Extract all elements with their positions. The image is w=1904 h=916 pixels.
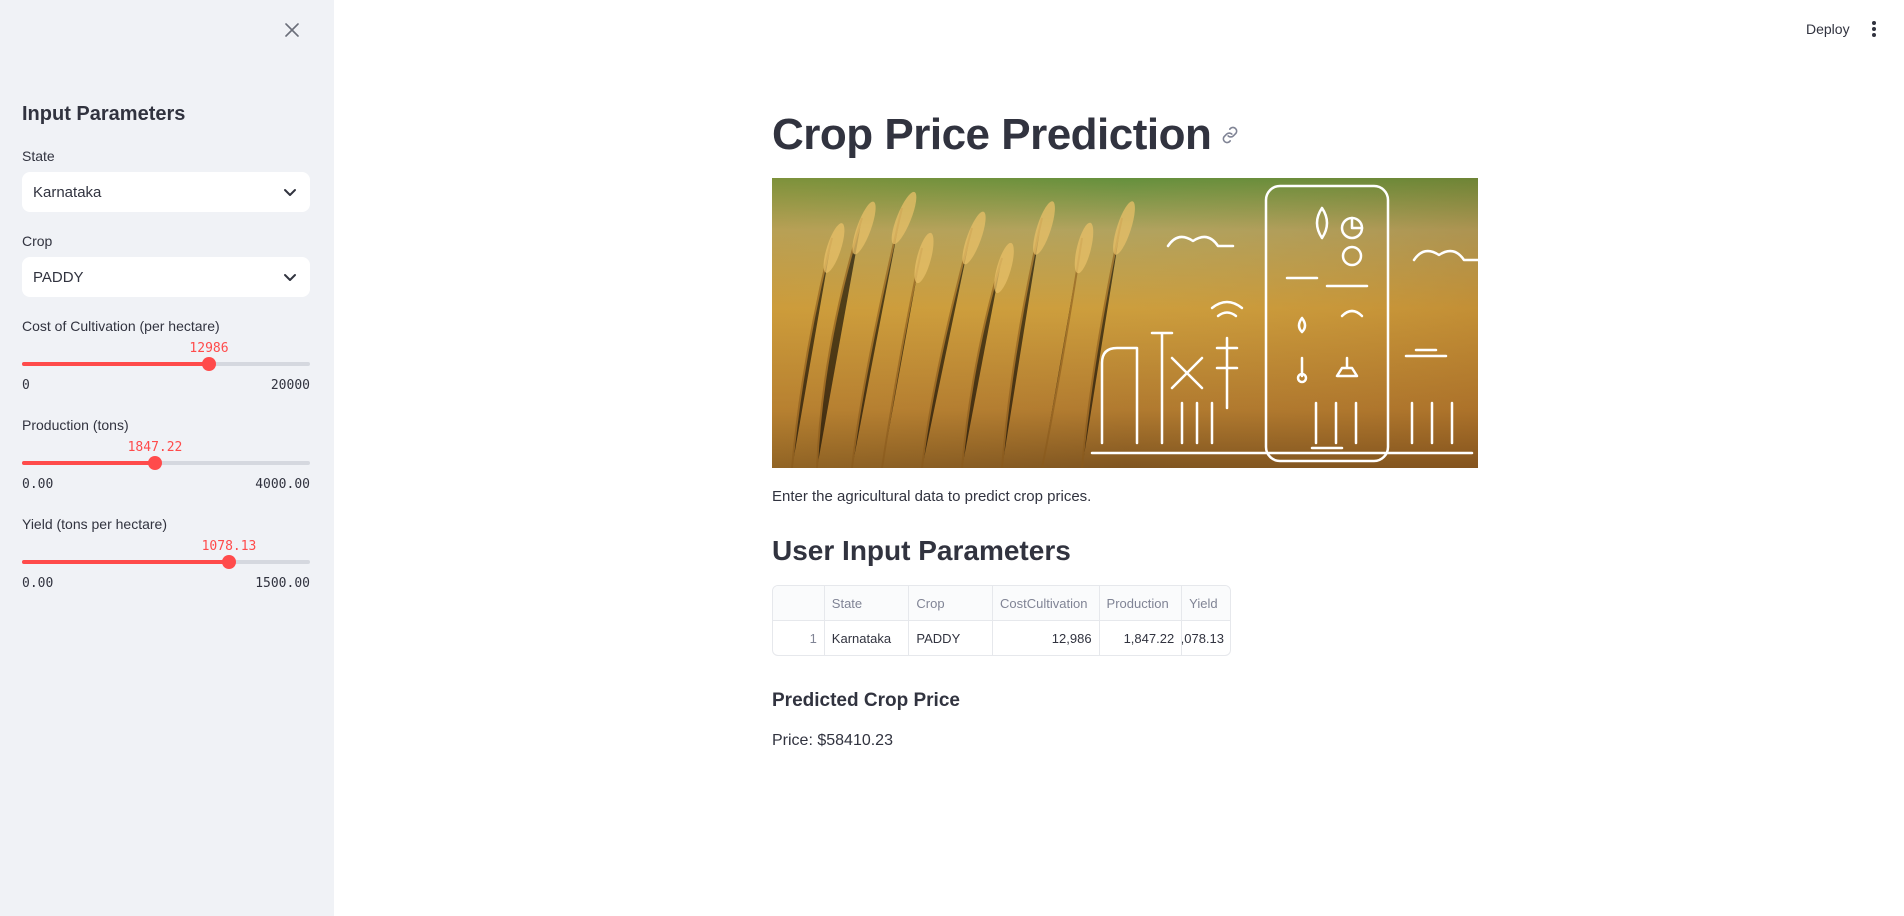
page-title: Crop Price Prediction xyxy=(772,110,1241,160)
table-cell[interactable]: 1,847.22 xyxy=(1100,621,1183,655)
cost-slider[interactable]: 12986 0 20000 xyxy=(22,341,310,401)
slider-thumb[interactable] xyxy=(201,357,216,371)
column-header[interactable]: Crop xyxy=(909,586,994,620)
state-select-value: Karnataka xyxy=(33,183,102,201)
link-icon[interactable] xyxy=(1219,124,1241,146)
intro-text: Enter the agricultural data to predict c… xyxy=(772,488,1092,505)
state-label: State xyxy=(22,148,55,164)
input-parameters-table[interactable]: State Crop CostCultivation Production Yi… xyxy=(772,585,1231,656)
slider-min: 0.00 xyxy=(22,576,54,591)
slider-value: 1847.22 xyxy=(127,440,183,455)
slider-value: 12986 xyxy=(189,341,229,356)
slider-max: 1500.00 xyxy=(255,576,310,591)
yield-slider[interactable]: 1078.13 0.00 1500.00 xyxy=(22,539,310,599)
cost-slider-label: Cost of Cultivation (per hectare) xyxy=(22,318,220,334)
hero-image xyxy=(772,178,1478,468)
table-header-row: State Crop CostCultivation Production Yi… xyxy=(773,586,1230,621)
deploy-button[interactable]: Deploy xyxy=(1806,21,1850,37)
column-header[interactable]: Yield xyxy=(1182,586,1230,620)
crop-label: Crop xyxy=(22,233,53,249)
chevron-down-icon xyxy=(284,274,296,281)
slider-max: 20000 xyxy=(270,378,310,393)
state-select[interactable]: Karnataka xyxy=(22,172,310,212)
table-cell[interactable]: PADDY xyxy=(909,621,994,655)
table-cell[interactable]: Karnataka xyxy=(825,621,910,655)
column-header[interactable]: Production xyxy=(1100,586,1183,620)
slider-max: 4000.00 xyxy=(255,477,310,492)
user-input-section-title: User Input Parameters xyxy=(772,535,1071,566)
sidebar: Input Parameters State Karnataka Crop PA… xyxy=(0,0,334,916)
slider-fill xyxy=(22,461,155,465)
crop-select-value: PADDY xyxy=(33,268,84,286)
main-menu-button[interactable] xyxy=(1868,18,1880,40)
slider-min: 0 xyxy=(22,378,30,393)
slider-fill xyxy=(22,362,209,366)
prediction-title: Predicted Crop Price xyxy=(772,690,960,711)
production-slider[interactable]: 1847.22 0.00 4000.00 xyxy=(22,440,310,500)
close-sidebar-button[interactable] xyxy=(280,18,304,42)
slider-thumb[interactable] xyxy=(147,456,162,470)
yield-slider-label: Yield (tons per hectare) xyxy=(22,516,167,532)
column-header[interactable]: State xyxy=(825,586,910,620)
table-cell[interactable]: 12,986 xyxy=(993,621,1100,655)
slider-thumb[interactable] xyxy=(222,555,236,569)
slider-min: 0.00 xyxy=(22,477,54,492)
predicted-price: Price: $58410.23 xyxy=(772,732,893,749)
table-row: 1 Karnataka PADDY 12,986 1,847.22 ,078.1… xyxy=(773,621,1230,655)
slider-fill xyxy=(22,560,229,564)
close-icon xyxy=(285,23,299,37)
column-header xyxy=(773,586,825,620)
production-slider-label: Production (tons) xyxy=(22,417,129,433)
sidebar-title: Input Parameters xyxy=(22,103,186,125)
table-cell[interactable]: ,078.13 xyxy=(1182,621,1230,655)
crop-select[interactable]: PADDY xyxy=(22,257,310,297)
column-header[interactable]: CostCultivation xyxy=(993,586,1100,620)
page-title-text: Crop Price Prediction xyxy=(772,110,1212,159)
slider-value: 1078.13 xyxy=(201,539,257,554)
chevron-down-icon xyxy=(284,189,296,196)
more-vertical-icon xyxy=(1872,21,1876,37)
row-index: 1 xyxy=(773,621,825,655)
